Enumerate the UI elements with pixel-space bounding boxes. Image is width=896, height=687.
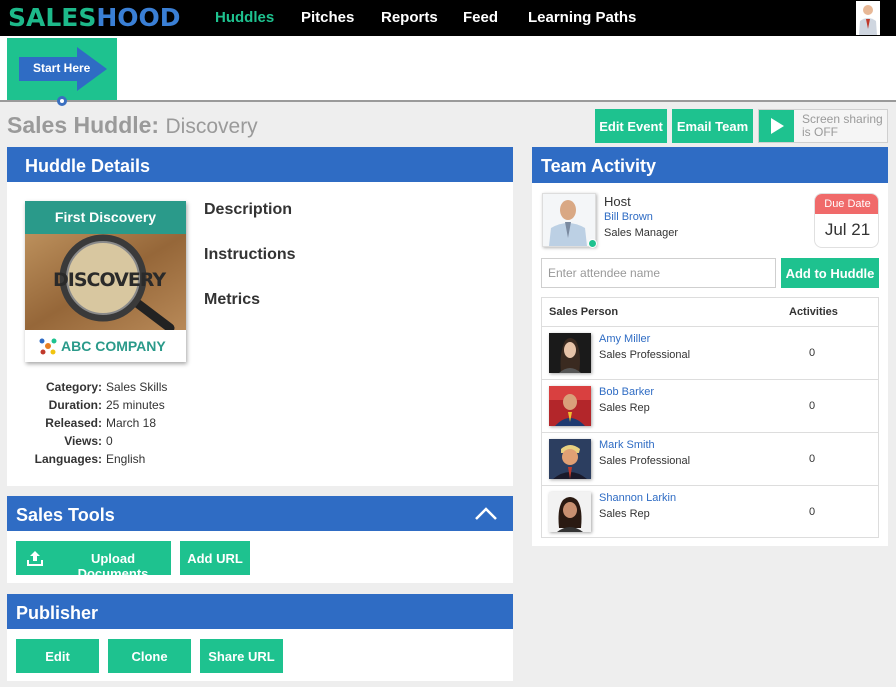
sales-person-role: Sales Professional xyxy=(599,455,691,467)
add-to-huddle-button[interactable]: Add to Huddle xyxy=(781,258,879,288)
share-url-button[interactable]: Share URL xyxy=(200,639,283,673)
online-status-indicator xyxy=(588,239,597,248)
user-avatar[interactable] xyxy=(856,1,880,35)
upload-documents-label: Upload Documents xyxy=(77,551,149,581)
meta-duration-key: Duration: xyxy=(48,398,102,412)
avatar xyxy=(549,439,591,479)
avatar xyxy=(549,386,591,426)
screen-share-play-button[interactable] xyxy=(759,110,794,142)
screen-sharing-toggle[interactable]: Screen sharing is OFF xyxy=(758,109,888,143)
instructions-section[interactable]: Instructions xyxy=(204,246,296,264)
logo-part-hood: HOOD xyxy=(96,3,181,32)
add-url-button[interactable]: Add URL xyxy=(180,541,250,575)
activities-count: 0 xyxy=(808,347,816,359)
activities-count: 0 xyxy=(808,400,816,412)
clone-button[interactable]: Clone xyxy=(108,639,191,673)
col-header-activities: Activities xyxy=(789,306,838,318)
table-row[interactable]: Amy Miller Sales Professional 0 xyxy=(542,326,878,379)
meta-duration-value: 25 minutes xyxy=(106,398,165,412)
meta-languages-key: Languages: xyxy=(34,452,102,466)
col-header-sales-person: Sales Person xyxy=(549,306,619,318)
metrics-section[interactable]: Metrics xyxy=(204,291,260,309)
onboarding-strip xyxy=(0,36,896,102)
screen-sharing-line2: is OFF xyxy=(802,125,838,139)
huddle-details-header: Huddle Details xyxy=(7,147,513,182)
saleshood-logo[interactable]: SALESHOOD xyxy=(8,4,181,32)
cover-footer: ABC COMPANY xyxy=(25,330,186,362)
activities-count: 0 xyxy=(808,506,816,518)
due-date-card: Due Date Jul 21 xyxy=(814,193,879,248)
avatar xyxy=(549,492,591,532)
description-section[interactable]: Description xyxy=(204,201,292,219)
sales-person-role: Sales Rep xyxy=(599,508,650,520)
host-name-link[interactable]: Bill Brown xyxy=(604,211,653,224)
cover-image-text: DISCOVERY xyxy=(53,269,166,291)
meta-category-value: Sales Skills xyxy=(106,380,168,394)
sales-person-name[interactable]: Bob Barker xyxy=(599,386,654,399)
progress-marker xyxy=(57,96,67,106)
email-team-button[interactable]: Email Team xyxy=(672,109,753,143)
sales-team-table: Sales Person Activities Amy Miller Sales… xyxy=(541,297,879,538)
nav-learning-paths[interactable]: Learning Paths xyxy=(528,9,636,27)
page-title-value: Discovery xyxy=(165,115,258,138)
table-row[interactable]: Shannon Larkin Sales Rep 0 xyxy=(542,485,878,538)
attendee-name-input[interactable] xyxy=(541,258,776,288)
company-logo-icon xyxy=(39,338,57,355)
cover-title: First Discovery xyxy=(25,201,186,234)
host-avatar[interactable] xyxy=(542,193,596,247)
huddle-cover-image[interactable]: First Discovery DISCOVERY ABC COMPANY xyxy=(25,201,186,362)
top-nav-bar: SALESHOOD Huddles Pitches Reports Feed L… xyxy=(0,0,896,36)
activities-count: 0 xyxy=(808,453,816,465)
due-date-value: Jul 21 xyxy=(824,220,871,239)
table-row[interactable]: Mark Smith Sales Professional 0 xyxy=(542,432,878,485)
edit-button[interactable]: Edit xyxy=(16,639,99,673)
meta-languages-value: English xyxy=(106,452,146,466)
meta-category-key: Category: xyxy=(45,380,102,394)
page-title-label: Sales Huddle: xyxy=(7,112,160,138)
sales-tools-header: Sales Tools xyxy=(7,496,513,531)
start-here-label[interactable]: Start Here xyxy=(33,61,90,75)
due-date-label: Due Date xyxy=(815,194,878,214)
nav-huddles[interactable]: Huddles xyxy=(215,9,274,27)
screen-sharing-status: Screen sharing is OFF xyxy=(802,113,888,139)
cover-company: ABC COMPANY xyxy=(61,338,166,354)
magnifier-image: DISCOVERY xyxy=(25,234,186,330)
avatar xyxy=(549,333,591,373)
table-row[interactable]: Bob Barker Sales Rep 0 xyxy=(542,379,878,432)
upload-documents-button[interactable]: Upload Documents xyxy=(16,541,171,581)
nav-pitches[interactable]: Pitches xyxy=(301,9,354,27)
sales-tools-title: Sales Tools xyxy=(16,505,115,525)
host-role-label: Host xyxy=(604,194,631,209)
logo-part-sales: SALES xyxy=(8,3,97,32)
nav-feed[interactable]: Feed xyxy=(463,9,498,27)
publisher-header: Publisher xyxy=(7,594,513,629)
sales-person-role: Sales Professional xyxy=(599,349,691,361)
meta-released-key: Released: xyxy=(45,416,102,430)
sales-person-name[interactable]: Amy Miller xyxy=(599,333,650,346)
chevron-up-icon[interactable] xyxy=(474,506,498,522)
nav-reports[interactable]: Reports xyxy=(381,9,438,27)
sales-person-name[interactable]: Mark Smith xyxy=(599,439,655,452)
sales-person-role: Sales Rep xyxy=(599,402,650,414)
page-title: Sales Huddle: Discovery xyxy=(7,112,258,140)
edit-event-button[interactable]: Edit Event xyxy=(595,109,667,143)
play-icon xyxy=(771,118,784,134)
meta-views-value: 0 xyxy=(106,434,113,448)
upload-icon xyxy=(27,551,43,566)
meta-released-value: March 18 xyxy=(106,416,157,430)
meta-views-key: Views: xyxy=(64,434,102,448)
host-title: Sales Manager xyxy=(604,227,678,239)
sales-person-name[interactable]: Shannon Larkin xyxy=(599,492,676,505)
team-activity-header: Team Activity xyxy=(532,147,888,183)
